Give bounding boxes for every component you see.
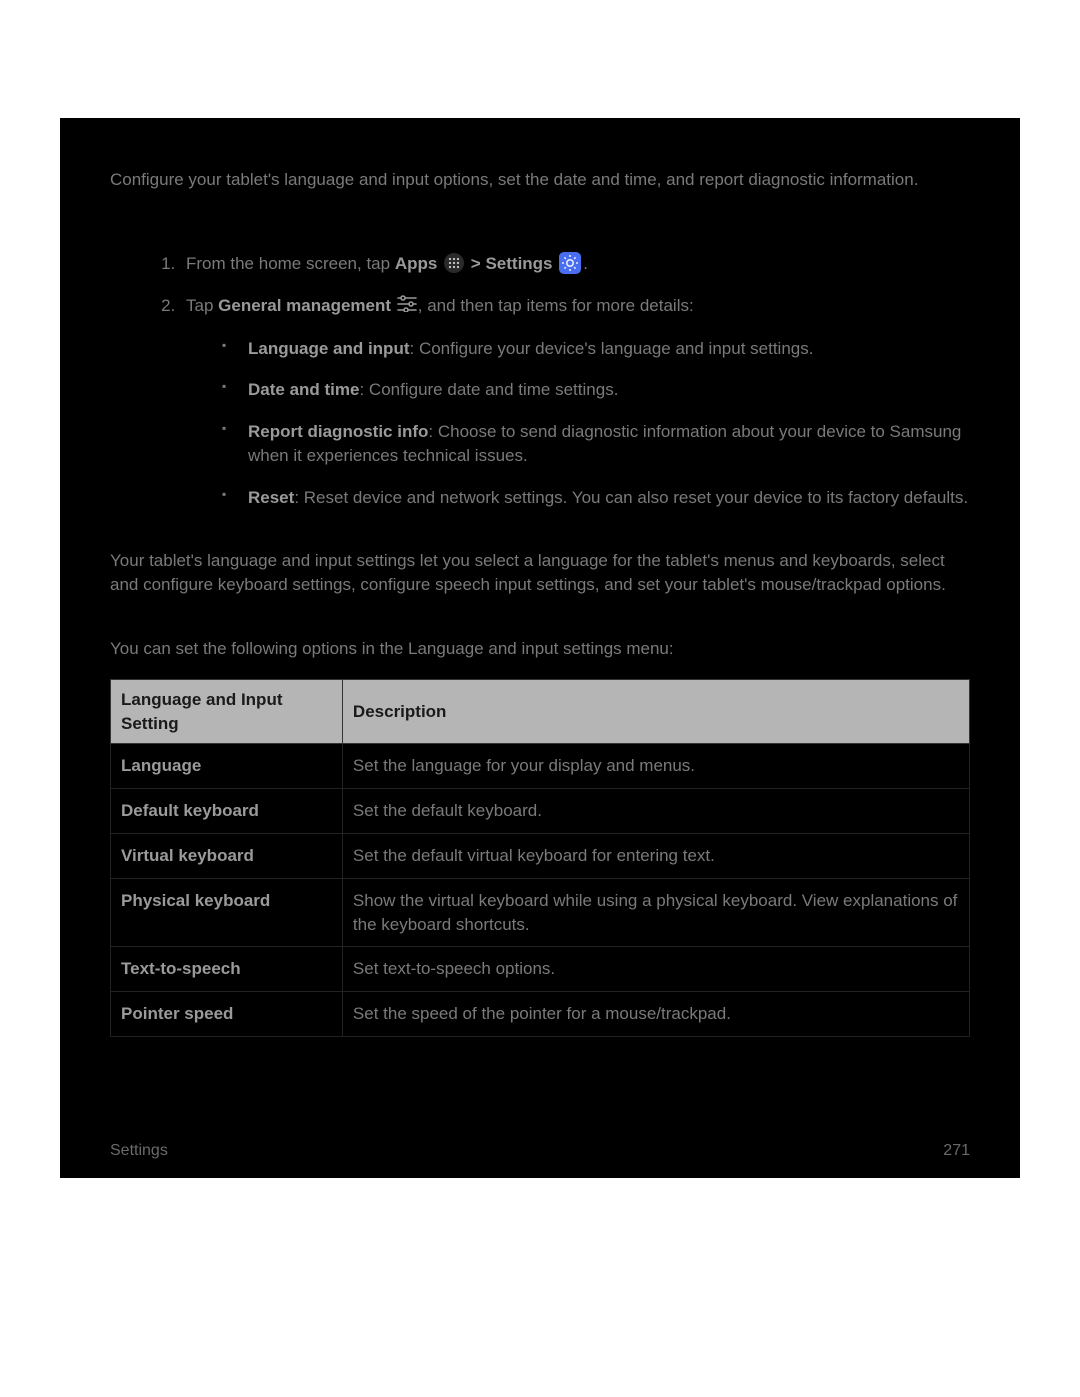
header-description: Description [342,679,969,744]
page-number: 271 [943,1140,970,1162]
setting-name: Pointer speed [111,992,343,1037]
header-setting: Language and Input Setting [111,679,343,744]
step-2-suffix: , and then tap items for more details: [418,296,694,315]
steps-list: From the home screen, tap Apps > Setting… [110,252,970,510]
document-page-wrapper: Configure your tablet's language and inp… [0,0,1080,1238]
step-2-prefix: Tap [186,296,218,315]
table-intro: You can set the following options in the… [110,637,970,661]
breadcrumb-separator: > [471,254,486,273]
page-footer: Settings 271 [110,1140,970,1162]
options-bullets: Language and input: Configure your devic… [186,337,970,510]
table-row: Language Set the language for your displ… [111,744,970,789]
setting-name: Physical keyboard [111,878,343,947]
language-input-table: Language and Input Setting Description L… [110,679,970,1037]
setting-desc: Set the default keyboard. [342,789,969,834]
bullet-report-diagnostic: Report diagnostic info: Choose to send d… [222,420,970,468]
setting-desc: Show the virtual keyboard while using a … [342,878,969,947]
setting-name: Language [111,744,343,789]
table-row: Virtual keyboard Set the default virtual… [111,834,970,879]
step-2: Tap General management , and then tap it… [180,294,970,510]
setting-name: Text-to-speech [111,947,343,992]
setting-desc: Set the speed of the pointer for a mouse… [342,992,969,1037]
table-row: Text-to-speech Set text-to-speech option… [111,947,970,992]
table-row: Physical keyboard Show the virtual keybo… [111,878,970,947]
setting-name: Default keyboard [111,789,343,834]
settings-gear-icon [559,252,581,274]
bullet-desc: : Reset device and network settings. You… [294,488,968,507]
bullet-name: Language and input [248,339,410,358]
step-1-suffix: . [583,254,588,273]
step-1-prefix: From the home screen, tap [186,254,395,273]
bullet-name: Report diagnostic info [248,422,428,441]
apps-icon [444,253,464,273]
bullet-desc: : Configure your device's language and i… [410,339,814,358]
document-page: Configure your tablet's language and inp… [60,118,1020,1178]
table-row: Default keyboard Set the default keyboar… [111,789,970,834]
bullet-name: Date and time [248,380,359,399]
bullet-desc: : Configure date and time settings. [359,380,618,399]
general-management-label: General management [218,296,391,315]
bullet-name: Reset [248,488,294,507]
bullet-date-and-time: Date and time: Configure date and time s… [222,378,970,402]
step-1: From the home screen, tap Apps > Setting… [180,252,970,276]
footer-section-label: Settings [110,1140,168,1162]
setting-desc: Set the default virtual keyboard for ent… [342,834,969,879]
bullet-language-and-input: Language and input: Configure your devic… [222,337,970,361]
table-row: Pointer speed Set the speed of the point… [111,992,970,1037]
setting-desc: Set the language for your display and me… [342,744,969,789]
table-header-row: Language and Input Setting Description [111,679,970,744]
language-input-intro: Your tablet's language and input setting… [110,549,970,597]
setting-desc: Set text-to-speech options. [342,947,969,992]
settings-label: Settings [485,254,552,273]
apps-label: Apps [395,254,438,273]
bullet-reset: Reset: Reset device and network settings… [222,486,970,510]
setting-name: Virtual keyboard [111,834,343,879]
intro-paragraph: Configure your tablet's language and inp… [110,168,970,192]
sliders-icon [396,294,418,319]
